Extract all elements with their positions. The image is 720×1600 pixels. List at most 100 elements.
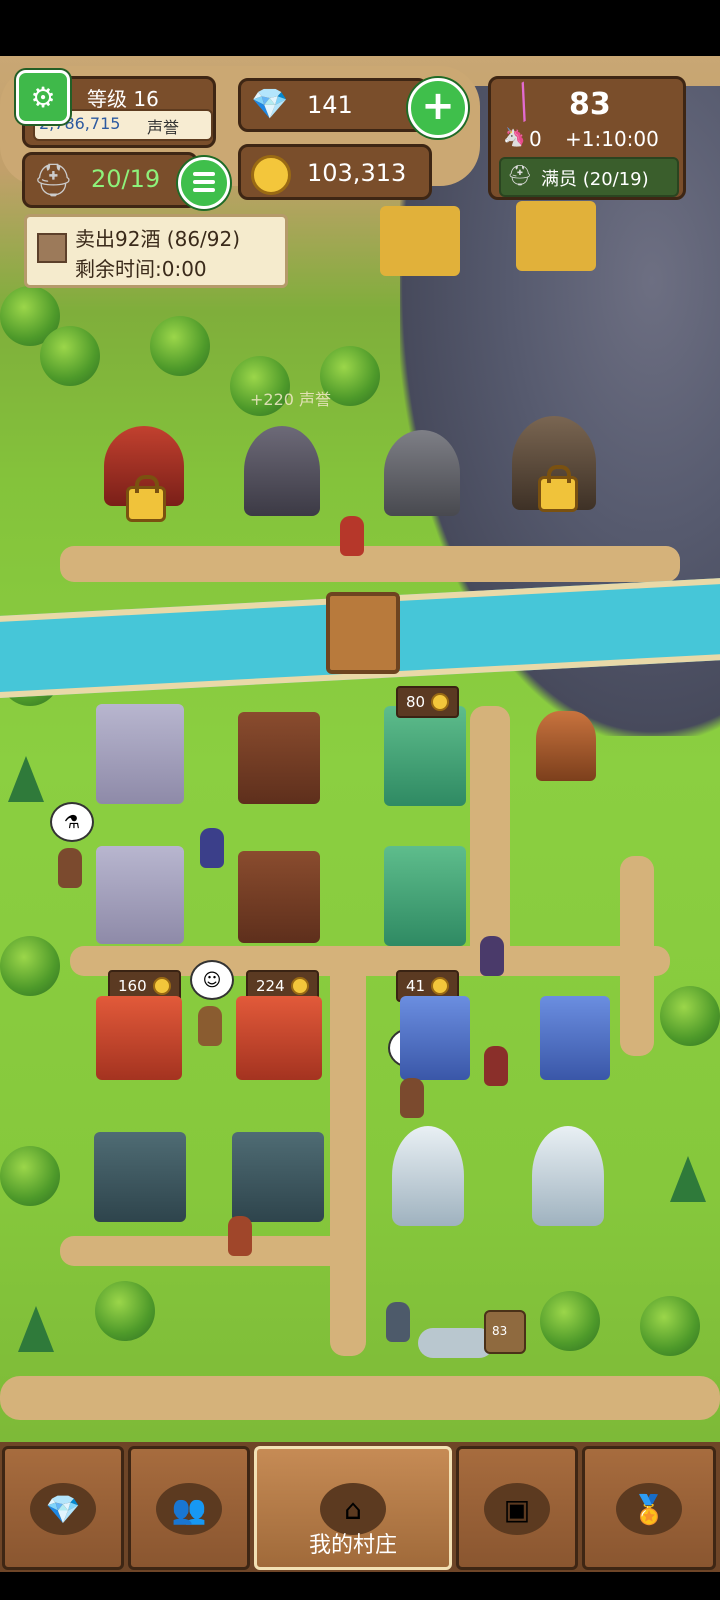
- tree: [660, 986, 720, 1046]
- tab-achievements[interactable]: 🏅: [582, 1446, 716, 1570]
- pagoda-building[interactable]: [384, 706, 466, 806]
- tab-heroes[interactable]: 👥: [128, 1446, 250, 1570]
- gem-icon: 💎: [30, 1483, 96, 1535]
- pine-tree: [670, 1156, 706, 1202]
- quest-checkbox[interactable]: [37, 233, 67, 263]
- gold-coin-icon: [251, 155, 291, 195]
- tab-label: 我的村庄: [308, 1533, 397, 1558]
- wizard-tower[interactable]: [532, 1126, 604, 1226]
- level-text: 等级 16: [87, 87, 159, 111]
- status-bar: [0, 0, 720, 56]
- heroes-panel[interactable]: ⛑ 20/19: [22, 152, 198, 208]
- medal-icon: 🏅: [616, 1483, 682, 1535]
- potion-bubble-icon[interactable]: ⚗: [50, 802, 94, 842]
- tree: [150, 316, 210, 376]
- villager-character[interactable]: [198, 1006, 222, 1046]
- group-icon: 👥: [156, 1483, 222, 1535]
- dirt-path: [470, 706, 510, 966]
- bridge: [326, 592, 400, 674]
- coin-icon: [290, 977, 309, 995]
- tree: [40, 326, 100, 386]
- pine-tree: [8, 756, 44, 802]
- armory-building[interactable]: [96, 704, 184, 804]
- sleeping-unicorn[interactable]: [418, 1328, 494, 1358]
- price-tag[interactable]: 80: [396, 686, 460, 718]
- gold-count: 103,313: [307, 159, 407, 187]
- candy-count: 83: [569, 87, 611, 122]
- villager-character[interactable]: [484, 1046, 508, 1086]
- horse-statue[interactable]: [536, 711, 596, 781]
- add-gems-button[interactable]: +: [408, 78, 468, 138]
- gear-icon: ⚙: [30, 80, 56, 114]
- coin-icon: [431, 693, 450, 711]
- workshop-building[interactable]: [238, 851, 320, 943]
- pine-tree: [18, 1306, 54, 1352]
- settings-button[interactable]: ⚙: [16, 70, 70, 124]
- bakery-building[interactable]: [400, 996, 470, 1080]
- mine-building[interactable]: [380, 206, 460, 276]
- candy-cane-icon: ╱: [507, 82, 541, 123]
- coin-icon: [152, 977, 171, 995]
- happy-bubble-icon[interactable]: ☺: [190, 960, 234, 1000]
- lock-icon: [538, 465, 578, 512]
- villager-character[interactable]: [58, 848, 82, 888]
- villager-character[interactable]: [386, 1302, 410, 1342]
- villager-character[interactable]: [228, 1216, 252, 1256]
- lock-icon: [126, 475, 166, 522]
- helmet-icon: ⛑: [507, 163, 533, 187]
- tree: [0, 936, 60, 996]
- tab-shop[interactable]: 💎: [2, 1446, 124, 1570]
- dirt-path: [60, 1236, 360, 1266]
- plus-icon: +: [421, 83, 455, 129]
- capacity-box: ⛑ 满员 (20/19): [499, 157, 679, 197]
- event-panel[interactable]: ╱ 83 🦄 0 +1:10:00 ⛑ 满员 (20/19): [488, 76, 686, 200]
- forge-building[interactable]: [232, 1132, 324, 1222]
- quest-timer: 剩余时间:0:00: [75, 257, 207, 281]
- unicorn-count: 0: [529, 127, 542, 151]
- quest-panel[interactable]: 卖出92酒 (86/92) 剩余时间:0:00: [24, 214, 288, 288]
- arena-tower[interactable]: [244, 426, 320, 516]
- dirt-path: [620, 856, 654, 1056]
- villager-character[interactable]: [200, 828, 224, 868]
- tab-inventory[interactable]: ▣: [456, 1446, 578, 1570]
- capacity-label: 满员 (20/19): [541, 169, 649, 190]
- tavern-building[interactable]: [236, 996, 322, 1080]
- coin-icon: [431, 977, 450, 995]
- pagoda-building[interactable]: [384, 846, 466, 946]
- gems-count: 141: [307, 91, 353, 119]
- tavern-building[interactable]: [96, 996, 182, 1080]
- reputation-gain-text: +220 声誉: [250, 390, 332, 409]
- villager-character[interactable]: [480, 936, 504, 976]
- reputation-label: 声誉: [147, 118, 180, 137]
- tree: [640, 1296, 700, 1356]
- crystal-temple[interactable]: [384, 430, 460, 516]
- villager-character[interactable]: [400, 1078, 424, 1118]
- armory-building[interactable]: [96, 846, 184, 944]
- bakery-building[interactable]: [540, 996, 610, 1080]
- wizard-tower[interactable]: [392, 1126, 464, 1226]
- supply-crate[interactable]: 83: [484, 1310, 526, 1354]
- dirt-road: [0, 1376, 720, 1420]
- chest-icon: ▣: [484, 1483, 550, 1535]
- knight-helmet-icon: ⛑: [33, 161, 74, 199]
- stone-path: [60, 546, 680, 582]
- gems-panel[interactable]: 💎 141: [238, 78, 428, 132]
- forge-building[interactable]: [94, 1132, 186, 1222]
- tab-my-village[interactable]: ⌂ 我的村庄: [254, 1446, 452, 1570]
- diamond-icon: 💎: [251, 87, 289, 122]
- regen-timer: +1:10:00: [565, 127, 659, 151]
- unicorn-icon: 🦄: [503, 127, 526, 148]
- workshop-building[interactable]: [238, 712, 320, 804]
- dirt-path: [330, 956, 366, 1356]
- tree: [0, 1146, 60, 1206]
- quest-title: 卖出92酒 (86/92): [75, 227, 241, 251]
- system-nav-bar: [0, 1572, 720, 1600]
- crate-label: 83: [492, 1324, 508, 1338]
- tree: [540, 1291, 600, 1351]
- mine-building[interactable]: [516, 201, 596, 271]
- hero-list-button[interactable]: [178, 157, 230, 209]
- hero-character[interactable]: [340, 516, 364, 556]
- heroes-count: 20/19: [91, 165, 161, 193]
- gold-panel[interactable]: 103,313: [238, 144, 432, 200]
- game-screen: +220 声誉 80 ⚗ 160 ☺ 224 41 83 等级 16 2,786…: [0, 0, 720, 1600]
